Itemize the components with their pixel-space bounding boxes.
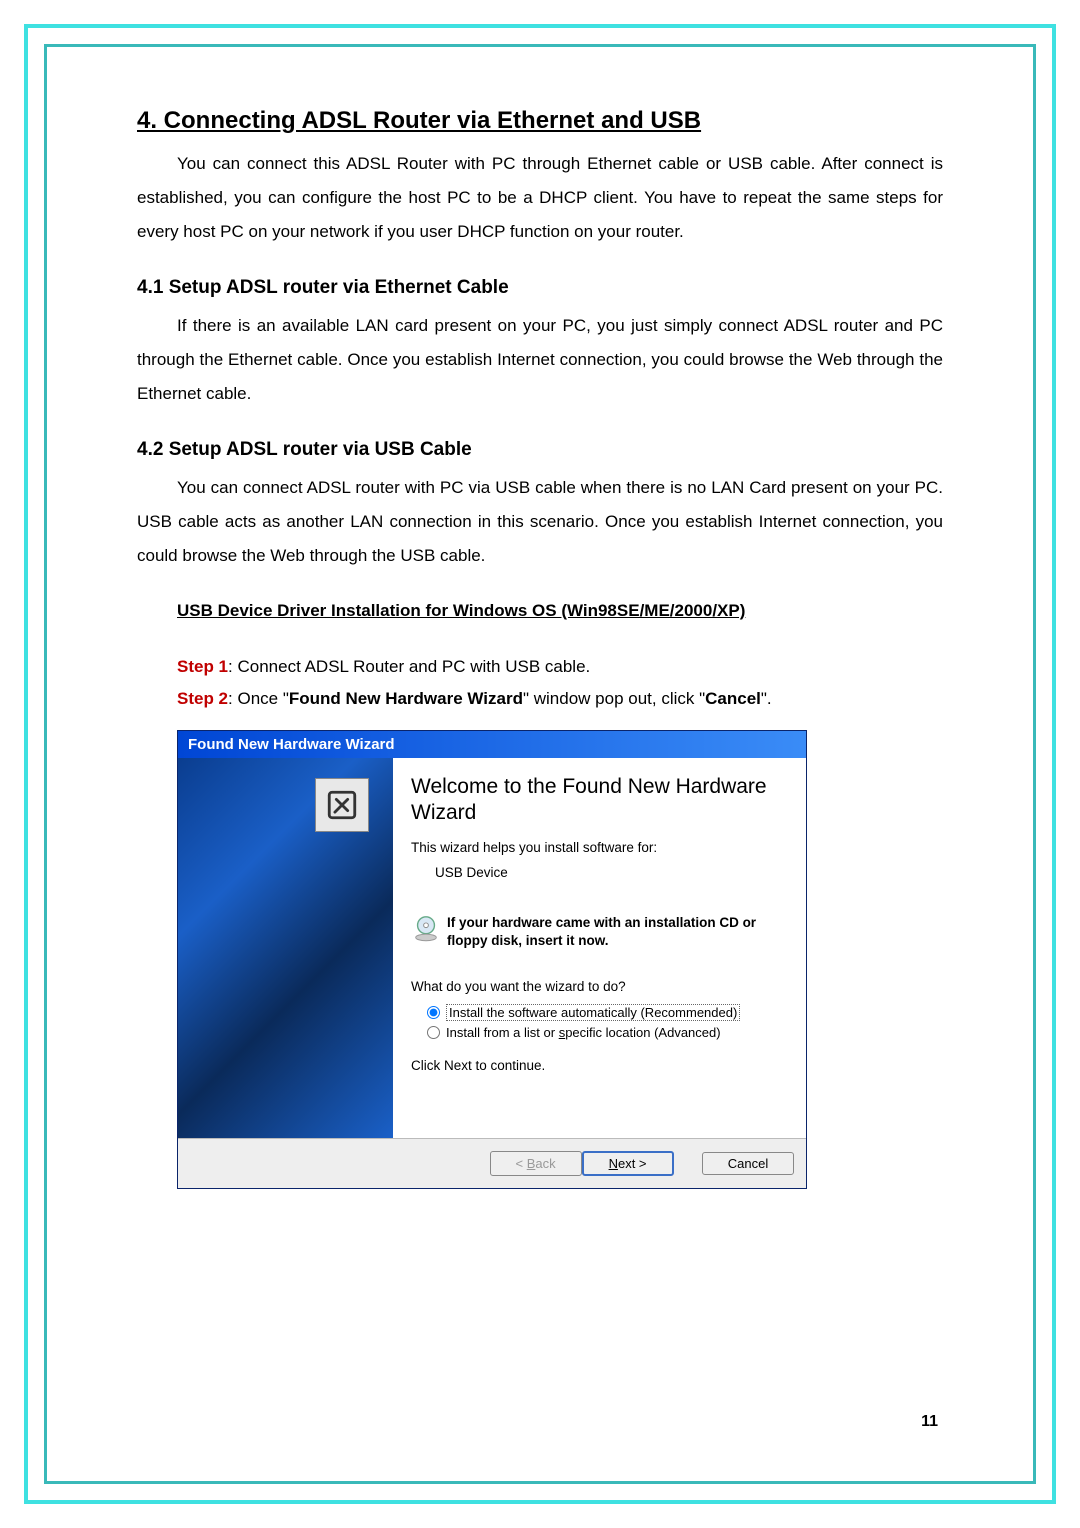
wizard-option-advanced[interactable]: Install from a list or specific location… [427, 1025, 788, 1040]
wizard-side-art [178, 758, 393, 1138]
paragraph-41: If there is an available LAN card presen… [137, 309, 943, 411]
section-title: 4. Connecting ADSL Router via Ethernet a… [137, 107, 943, 135]
wizard-device-name: USB Device [435, 865, 788, 880]
step2-label: Step 2 [177, 689, 228, 708]
wizard-option-advanced-label: Install from a list or specific location… [446, 1025, 721, 1040]
subheading-41: 4.1 Setup ADSL router via Ethernet Cable [137, 277, 943, 299]
wizard-option-auto-label: Install the software automatically (Reco… [446, 1004, 740, 1021]
page-number: 11 [921, 1413, 938, 1431]
wizard-cd-hint: If your hardware came with an installati… [411, 914, 788, 949]
step2-pre: : Once " [228, 689, 289, 708]
wizard-cd-text: If your hardware came with an installati… [447, 914, 788, 949]
cancel-button[interactable]: Cancel [702, 1152, 794, 1175]
wizard-welcome: Welcome to the Found New Hardware Wizard [411, 774, 788, 827]
usb-driver-heading: USB Device Driver Installation for Windo… [177, 601, 943, 621]
step2-post: ". [761, 689, 772, 708]
step1-text: : Connect ADSL Router and PC with USB ca… [228, 657, 590, 676]
back-button: < Back [490, 1151, 582, 1176]
steps-block: Step 1: Connect ADSL Router and PC with … [177, 651, 943, 716]
step2-mid: " window pop out, click " [523, 689, 705, 708]
section-intro: You can connect this ADSL Router with PC… [137, 147, 943, 249]
step-1: Step 1: Connect ADSL Router and PC with … [177, 651, 943, 683]
wizard-what-text: What do you want the wizard to do? [411, 979, 788, 994]
radio-auto[interactable] [427, 1006, 440, 1019]
wizard-helps-text: This wizard helps you install software f… [411, 840, 788, 855]
wizard-body: Welcome to the Found New Hardware Wizard… [178, 758, 806, 1138]
wizard-clicknext: Click Next to continue. [411, 1058, 788, 1073]
step1-label: Step 1 [177, 657, 228, 676]
found-new-hardware-wizard: Found New Hardware Wizard Welcome to the… [177, 730, 807, 1189]
page-content: 4. Connecting ADSL Router via Ethernet a… [44, 44, 1036, 1484]
cd-icon [411, 914, 447, 947]
subheading-42: 4.2 Setup ADSL router via USB Cable [137, 439, 943, 461]
step-2: Step 2: Once "Found New Hardware Wizard"… [177, 683, 943, 715]
step2-bold1: Found New Hardware Wizard [289, 689, 523, 708]
wizard-titlebar: Found New Hardware Wizard [178, 731, 806, 758]
radio-advanced[interactable] [427, 1026, 440, 1039]
wizard-footer: < Back Next > Cancel [178, 1138, 806, 1188]
next-button[interactable]: Next > [582, 1151, 674, 1176]
step2-bold2: Cancel [705, 689, 761, 708]
wizard-content: Welcome to the Found New Hardware Wizard… [393, 758, 806, 1138]
paragraph-42: You can connect ADSL router with PC via … [137, 471, 943, 573]
hardware-icon [315, 778, 369, 832]
wizard-option-auto[interactable]: Install the software automatically (Reco… [427, 1004, 788, 1021]
